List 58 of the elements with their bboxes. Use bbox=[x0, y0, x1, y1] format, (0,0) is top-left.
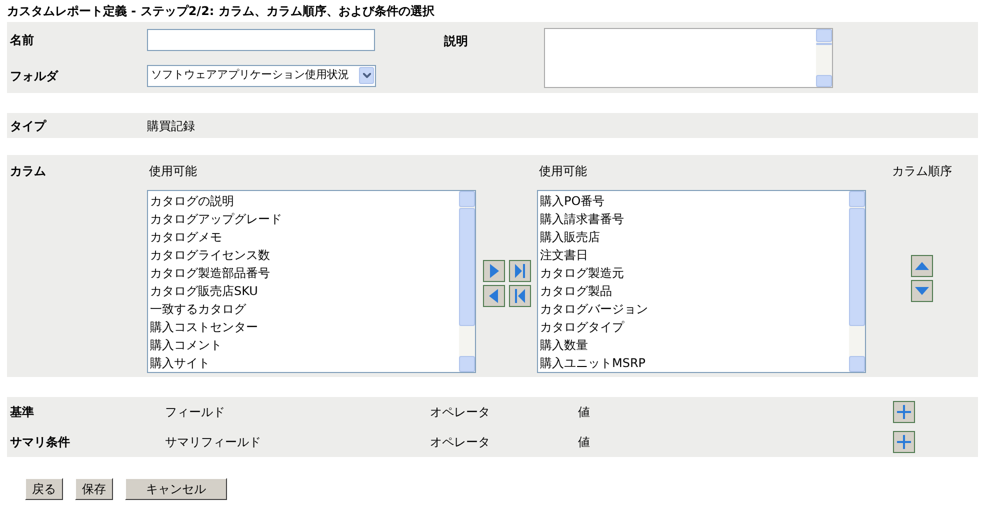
list-item[interactable]: カタログ製造部品番号 bbox=[150, 264, 459, 282]
name-field[interactable] bbox=[147, 29, 375, 51]
arrow-left-bar-icon[interactable] bbox=[508, 285, 530, 307]
list-item[interactable]: 購入サイト bbox=[150, 354, 459, 372]
list-item[interactable]: カタログアップグレード bbox=[150, 210, 459, 228]
description-field[interactable] bbox=[544, 28, 833, 88]
list-heading: 使用可能 bbox=[148, 163, 198, 180]
arrow-right-icon[interactable] bbox=[482, 260, 504, 282]
scrollbar[interactable] bbox=[816, 29, 832, 87]
field-label: 説明 bbox=[444, 33, 469, 50]
column-heading: サマリフィールド bbox=[165, 434, 262, 451]
folder-dropdown[interactable]: ソフトウェアアプリケーション使用状況 bbox=[147, 64, 376, 86]
column-heading: 値 bbox=[578, 404, 591, 421]
list-item[interactable]: カタログタイプ bbox=[540, 318, 849, 336]
list-item[interactable]: 一致するカタログ bbox=[150, 300, 459, 318]
arrow-left-icon[interactable] bbox=[482, 285, 504, 307]
list-heading: カラム順序 bbox=[892, 163, 952, 180]
form-button[interactable]: キャンセル bbox=[125, 478, 227, 500]
list-item[interactable]: 購入コストセンター bbox=[150, 318, 459, 336]
list-heading: 使用可能 bbox=[538, 163, 588, 180]
scrollbar[interactable] bbox=[459, 191, 475, 372]
type-value: 購買記録 bbox=[147, 118, 195, 134]
list-item[interactable]: 購入ユニットMSRP bbox=[540, 354, 849, 372]
form-button[interactable]: 保存 bbox=[75, 478, 113, 500]
column-heading: オペレータ bbox=[430, 404, 491, 421]
list-item[interactable]: カタログ製造元 bbox=[540, 264, 849, 282]
column-heading: オペレータ bbox=[430, 434, 491, 451]
criteria-label: 基準 bbox=[9, 404, 35, 421]
add-icon[interactable] bbox=[893, 431, 915, 453]
list-item[interactable]: 注文書日 bbox=[540, 246, 849, 264]
list-item[interactable]: 購入販売店 bbox=[540, 228, 849, 246]
list-item[interactable]: カタログ販売店SKU bbox=[150, 282, 459, 300]
list-item[interactable]: カタログの説明 bbox=[150, 192, 459, 210]
page-title: カスタムレポート定義 - ステップ2/2: カラム、カラム順序、および条件の選択 bbox=[7, 3, 436, 20]
field-label: フォルダ bbox=[9, 68, 60, 84]
list-item[interactable]: 購入PO番号 bbox=[540, 192, 849, 210]
column-list[interactable]: 購入PO番号 購入請求書番号 購入販売店 注文書日 カタログ製造元 カタログ製品 カタログバージョン カタログタイプ 購入数量 購入ユニットMSRP bbox=[537, 190, 866, 373]
criteria-label: サマリ条件 bbox=[9, 434, 71, 451]
arrow-up-icon[interactable] bbox=[911, 255, 933, 277]
list-item[interactable]: 購入コメント bbox=[150, 336, 459, 354]
form-button[interactable]: 戻る bbox=[25, 478, 63, 500]
add-icon[interactable] bbox=[893, 401, 915, 423]
list-item[interactable]: カタログライセンス数 bbox=[150, 246, 459, 264]
arrow-down-icon[interactable] bbox=[911, 280, 933, 302]
scrollbar[interactable] bbox=[849, 191, 865, 372]
list-item[interactable]: カタログメモ bbox=[150, 228, 459, 246]
caret-icon bbox=[359, 67, 374, 84]
list-item[interactable]: 購入数量 bbox=[540, 336, 849, 354]
field-label: 名前 bbox=[8, 32, 35, 49]
list-item[interactable]: カタログバージョン bbox=[540, 300, 849, 318]
column-heading: フィールド bbox=[165, 404, 226, 421]
column-list[interactable]: カタログの説明 カタログアップグレード カタログメモ カタログライセンス数 カタログ製造部品番号 カタログ販売店SKU 一致するカタログ 購入コストセンター 購入コメント 購入サイト bbox=[147, 190, 476, 373]
list-item[interactable]: 購入請求書番号 bbox=[540, 210, 849, 228]
column-heading: 値 bbox=[578, 434, 591, 451]
field-label: カラム bbox=[9, 163, 47, 180]
arrow-right-bar-icon[interactable] bbox=[508, 260, 530, 282]
field-label: タイプ bbox=[9, 118, 48, 134]
list-item[interactable]: カタログ製品 bbox=[540, 282, 849, 300]
